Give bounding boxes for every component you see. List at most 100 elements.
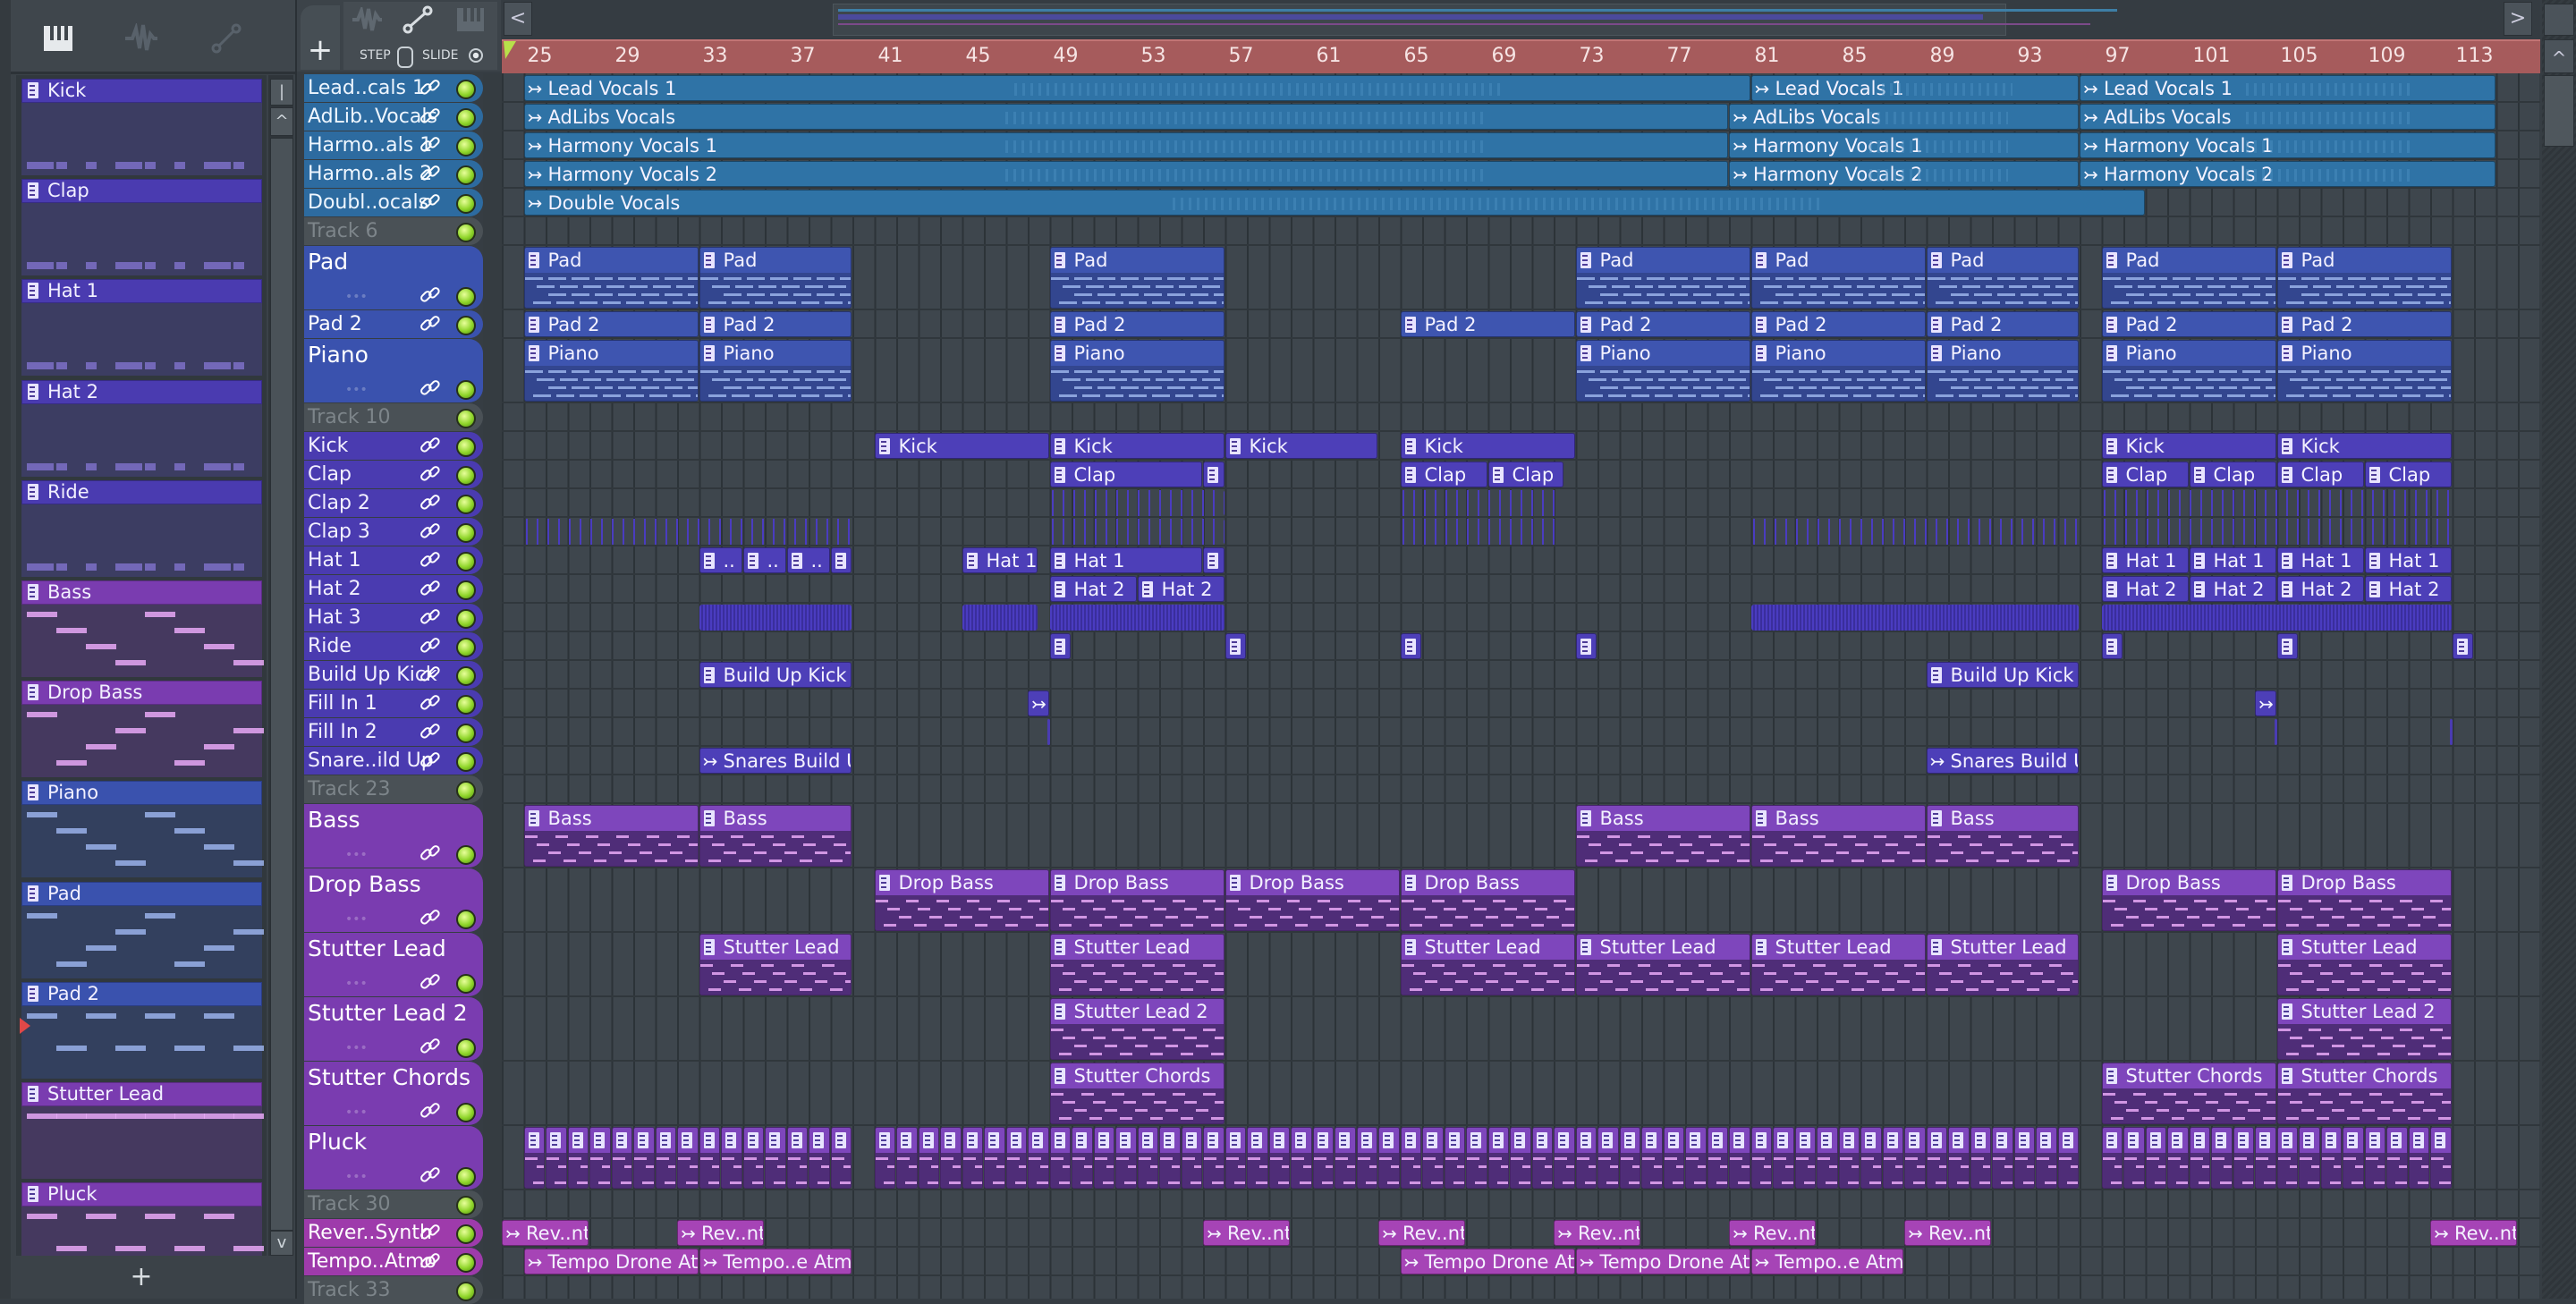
audio-clip[interactable]: ↣Rev..nth [502, 1220, 589, 1246]
audio-clip[interactable]: ↣ Lead Vocals 1 [1750, 75, 2079, 101]
track-name[interactable]: Piano [308, 343, 369, 368]
pattern-clip[interactable] [2452, 633, 2473, 659]
pattern-clip[interactable] [1400, 490, 1564, 516]
link-icon[interactable] [419, 76, 442, 99]
track-header[interactable]: Hat 1 [304, 546, 483, 574]
track-name[interactable]: Kick [308, 434, 348, 459]
pattern-clip[interactable] [2036, 1127, 2057, 1189]
piano-roll-icon[interactable] [43, 25, 73, 52]
pattern-clip[interactable] [1707, 1127, 1728, 1189]
track-name[interactable]: Tempo..Atmo [308, 1249, 436, 1274]
pattern-clip[interactable] [896, 1127, 918, 1189]
track-grip-icon[interactable]: ••• [345, 1105, 368, 1120]
pattern-clip[interactable] [2450, 719, 2453, 745]
track-mute-led[interactable] [456, 495, 476, 514]
track-header[interactable]: Doubl..ocals [304, 189, 483, 216]
channel-name-button[interactable]: Drop Bass [21, 681, 262, 706]
track-grip-icon[interactable]: ••• [345, 290, 368, 304]
pattern-clip[interactable] [1773, 1127, 1794, 1189]
pattern-clip[interactable] [1750, 1127, 1772, 1189]
channel-pattern-preview[interactable] [21, 203, 262, 276]
pattern-clip[interactable] [1554, 1127, 1575, 1189]
track-mute-led[interactable] [456, 380, 476, 400]
link-icon[interactable] [419, 1221, 442, 1244]
track-name[interactable]: Stutter Lead [308, 936, 446, 961]
audio-clip[interactable]: ↣Rev..nth [1203, 1220, 1290, 1246]
pattern-clip[interactable] [2101, 519, 2452, 545]
pattern-clip[interactable] [1115, 1127, 1137, 1189]
pattern-clip[interactable]: Pad [2101, 247, 2276, 309]
pattern-clip[interactable] [1904, 1127, 1926, 1189]
audio-clip[interactable]: ↣Tempo Drone Atmo [1575, 1249, 1750, 1274]
link-icon[interactable] [419, 491, 442, 514]
track-name[interactable]: Snare..ild Up [308, 749, 434, 774]
pattern-clip[interactable] [1444, 1127, 1465, 1189]
pattern-clip[interactable] [2299, 1127, 2320, 1189]
pattern-clip[interactable] [1028, 1127, 1049, 1189]
pattern-clip[interactable]: Pad 2 [2276, 311, 2452, 337]
track-header[interactable]: Track 10 [304, 403, 483, 431]
track-name[interactable]: Rever..Synth [308, 1221, 432, 1246]
channel-item[interactable]: Clap [21, 179, 262, 276]
pattern-clip[interactable]: Clap [1049, 461, 1202, 487]
track-name[interactable]: Track 30 [308, 1192, 391, 1217]
channel-pattern-preview[interactable] [21, 504, 262, 577]
pattern-clip[interactable]: Clap [2364, 461, 2452, 487]
scroll-top-button[interactable]: | [270, 79, 293, 106]
pattern-clip[interactable]: Kick [2101, 433, 2276, 459]
track-mute-led[interactable] [456, 910, 476, 929]
pattern-clip[interactable] [2167, 1127, 2189, 1189]
track-header[interactable]: Piano ••• [304, 339, 483, 402]
link-icon[interactable] [419, 312, 442, 335]
pattern-clip[interactable] [1838, 1127, 1860, 1189]
pattern-clip[interactable]: Pad [1750, 247, 1926, 309]
track-grip-icon[interactable]: ••• [345, 383, 368, 397]
track-name[interactable]: Pluck [308, 1130, 367, 1155]
track-name[interactable]: Track 10 [308, 405, 391, 430]
pattern-clip[interactable]: Hat 2 [2189, 576, 2276, 602]
link-icon[interactable] [419, 105, 442, 128]
audio-clip[interactable]: ↣Rev..nth [1554, 1220, 1640, 1246]
pattern-clip[interactable]: Drop Bass [1049, 869, 1224, 931]
pattern-clip[interactable] [2123, 1127, 2145, 1189]
playhead-marker-icon[interactable] [504, 41, 516, 61]
pattern-clip[interactable]: Stutter Lead [1400, 934, 1575, 995]
pattern-clip[interactable] [567, 1127, 589, 1189]
pattern-clip[interactable]: Hat 2 [2101, 576, 2189, 602]
pattern-clip[interactable]: Hat 1 [1049, 547, 1202, 573]
pattern-clip[interactable]: Drop Bass [2101, 869, 2276, 931]
track-header[interactable]: Pad 2 [304, 310, 483, 338]
track-grip-icon[interactable]: ••• [345, 1170, 368, 1184]
pattern-clip[interactable] [523, 1127, 545, 1189]
track-header[interactable]: Pad ••• [304, 246, 483, 309]
track-mute-led[interactable] [456, 409, 476, 428]
pattern-clip[interactable]: Stutter Chords [2276, 1063, 2452, 1124]
pattern-clip[interactable] [1619, 1127, 1640, 1189]
add-channel-button[interactable]: + [125, 1261, 157, 1293]
link-icon[interactable] [419, 1035, 442, 1058]
link-icon[interactable] [419, 906, 442, 929]
channel-name-button[interactable]: Clap [21, 179, 262, 204]
pattern-clip[interactable]: Pad [523, 247, 699, 309]
link-icon[interactable] [419, 749, 442, 772]
pattern-clip[interactable]: Stutter Lead 2 [1049, 998, 1224, 1060]
track-name[interactable]: Fill In 1 [308, 691, 377, 716]
pattern-clip[interactable] [2233, 1127, 2254, 1189]
waveform-icon[interactable] [123, 23, 159, 54]
pattern-clip[interactable] [742, 1127, 764, 1189]
pattern-clip[interactable] [523, 519, 852, 545]
link-icon[interactable] [419, 284, 442, 307]
track-header[interactable]: Fill In 1 [304, 690, 483, 717]
channel-name-button[interactable]: Hat 2 [21, 379, 262, 404]
pattern-clip[interactable] [1400, 519, 1564, 545]
link-icon[interactable] [419, 191, 442, 214]
audio-clip[interactable]: ↣ AdLibs Vocals [523, 104, 1728, 130]
pattern-clip[interactable] [1729, 1127, 1750, 1189]
piano-roll-icon[interactable] [456, 7, 485, 32]
audio-clip[interactable]: ↣ Harmony Vocals 1 [2080, 132, 2496, 158]
track-name[interactable]: Hat 2 [308, 577, 361, 602]
pattern-clip[interactable] [2101, 1127, 2123, 1189]
track-mute-led[interactable] [456, 80, 476, 99]
track-mute-led[interactable] [456, 194, 476, 214]
track-mute-led[interactable] [456, 437, 476, 457]
